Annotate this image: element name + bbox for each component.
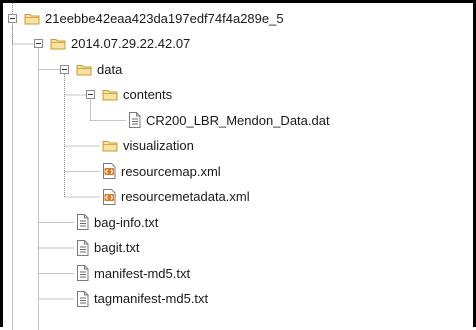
file-tree-panel: 21eebbe42eaa423da197edf74f4a289e_5 2014.… xyxy=(0,0,476,330)
tree-row-visualization-folder[interactable]: visualization xyxy=(102,135,194,157)
tree-item-label: tagmanifest-md5.txt xyxy=(94,291,209,306)
tree-item-label: CR200_LBR_Mendon_Data.dat xyxy=(146,112,330,128)
tree-row-manifest-file[interactable]: manifest-md5.txt xyxy=(76,262,190,284)
folder-icon xyxy=(102,141,118,152)
tree-row-tagmanifest-file[interactable]: tagmanifest-md5.txt xyxy=(76,288,208,310)
tree-row-resourcemetadata-file[interactable]: resourcemetadata.xml xyxy=(102,186,250,208)
xml-file-icon xyxy=(103,163,116,179)
tree-item-label: contents xyxy=(123,87,173,102)
tree-item-label: resourcemetadata.xml xyxy=(121,189,250,204)
tree-item-label: resourcemap.xml xyxy=(121,163,221,179)
tree-item-label: visualization xyxy=(123,138,194,153)
tree-item-label: 21eebbe42eaa423da197edf74f4a289e_5 xyxy=(45,10,284,26)
tree-row-dat-file[interactable]: CR200_LBR_Mendon_Data.dat xyxy=(128,109,330,131)
text-file-icon xyxy=(77,265,89,281)
text-file-icon xyxy=(129,112,141,128)
tree-item-label: manifest-md5.txt xyxy=(94,265,191,281)
collapse-toggle-icon[interactable] xyxy=(34,39,43,48)
tree-row-bag-info-file[interactable]: bag-info.txt xyxy=(76,211,158,233)
folder-icon xyxy=(102,90,118,101)
text-file-icon xyxy=(77,290,89,307)
tree-row-root[interactable]: 21eebbe42eaa423da197edf74f4a289e_5 xyxy=(8,7,284,29)
tree-item-label: bag-info.txt xyxy=(94,214,159,230)
folder-icon xyxy=(76,64,92,75)
tree-item-label: 2014.07.29.22.42.07 xyxy=(71,36,191,51)
text-file-icon xyxy=(77,214,89,230)
folder-icon xyxy=(24,13,40,24)
tree-row-contents-folder[interactable]: contents xyxy=(86,84,173,106)
tree-row-data-folder[interactable]: data xyxy=(60,58,123,80)
text-file-icon xyxy=(77,239,89,256)
xml-file-icon xyxy=(103,188,116,205)
tree-item-label: data xyxy=(97,61,123,77)
tree-row-date-folder[interactable]: 2014.07.29.22.42.07 xyxy=(34,33,191,55)
tree-row-resourcemap-file[interactable]: resourcemap.xml xyxy=(102,160,221,182)
folder-icon xyxy=(50,39,66,50)
collapse-toggle-icon[interactable] xyxy=(86,90,95,99)
tree-row-bagit-file[interactable]: bagit.txt xyxy=(76,237,140,259)
tree-item-label: bagit.txt xyxy=(94,240,140,255)
collapse-toggle-icon[interactable] xyxy=(8,13,17,23)
collapse-toggle-icon[interactable] xyxy=(60,64,69,74)
